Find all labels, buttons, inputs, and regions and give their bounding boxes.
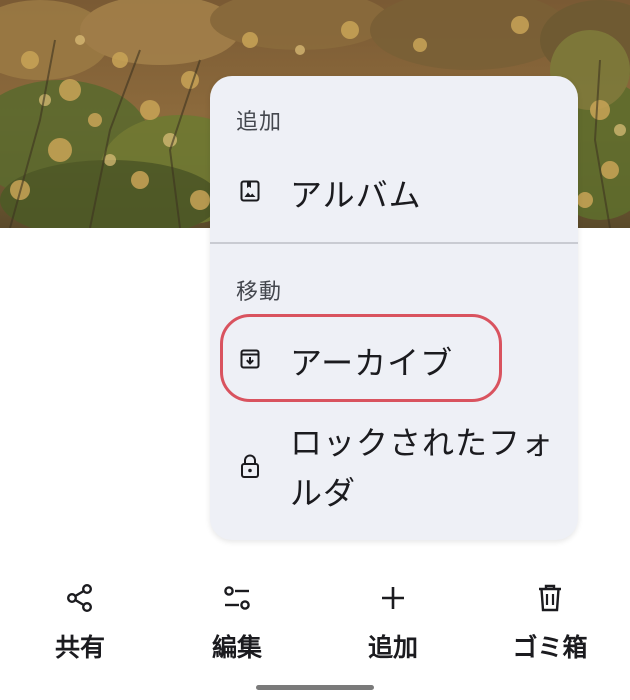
album-icon — [238, 179, 262, 203]
menu-divider — [210, 242, 578, 244]
action-bar: 共有 編集 追加 ゴミ箱 — [0, 570, 630, 670]
add-icon — [333, 580, 453, 616]
menu-item-locked-folder-label-line2: ルダ — [290, 474, 357, 512]
menu-item-locked-folder-label-line1: ロックされたフォ — [290, 424, 555, 462]
screen: 追加 アルバム 移動 アーカイブ ロックされたフォ ルダ 共有 編集 追加 ゴミ… — [0, 0, 630, 700]
share-icon — [20, 580, 140, 616]
edit-button[interactable]: 編集 — [177, 570, 297, 670]
menu-item-archive-label: アーカイブ — [290, 344, 454, 382]
section-header-move: 移動 — [236, 280, 283, 305]
lock-icon — [238, 454, 262, 478]
menu-item-locked-folder[interactable]: ロックされたフォ ルダ — [210, 416, 578, 516]
navigation-gesture-bar[interactable] — [256, 685, 374, 690]
overflow-menu: 追加 アルバム 移動 アーカイブ ロックされたフォ ルダ — [210, 76, 578, 540]
add-button-label: 追加 — [367, 633, 418, 662]
menu-item-album[interactable]: アルバム — [210, 166, 578, 216]
archive-icon — [238, 347, 262, 371]
menu-item-archive[interactable]: アーカイブ — [210, 334, 578, 384]
share-button-label: 共有 — [54, 633, 105, 662]
edit-button-label: 編集 — [211, 633, 262, 662]
trash-button-label: ゴミ箱 — [512, 633, 588, 662]
trash-icon — [490, 580, 610, 616]
add-button[interactable]: 追加 — [333, 570, 453, 670]
section-header-add: 追加 — [236, 110, 283, 135]
trash-button[interactable]: ゴミ箱 — [490, 570, 610, 670]
menu-item-album-label: アルバム — [290, 176, 422, 214]
edit-icon — [177, 580, 297, 616]
share-button[interactable]: 共有 — [20, 570, 140, 670]
